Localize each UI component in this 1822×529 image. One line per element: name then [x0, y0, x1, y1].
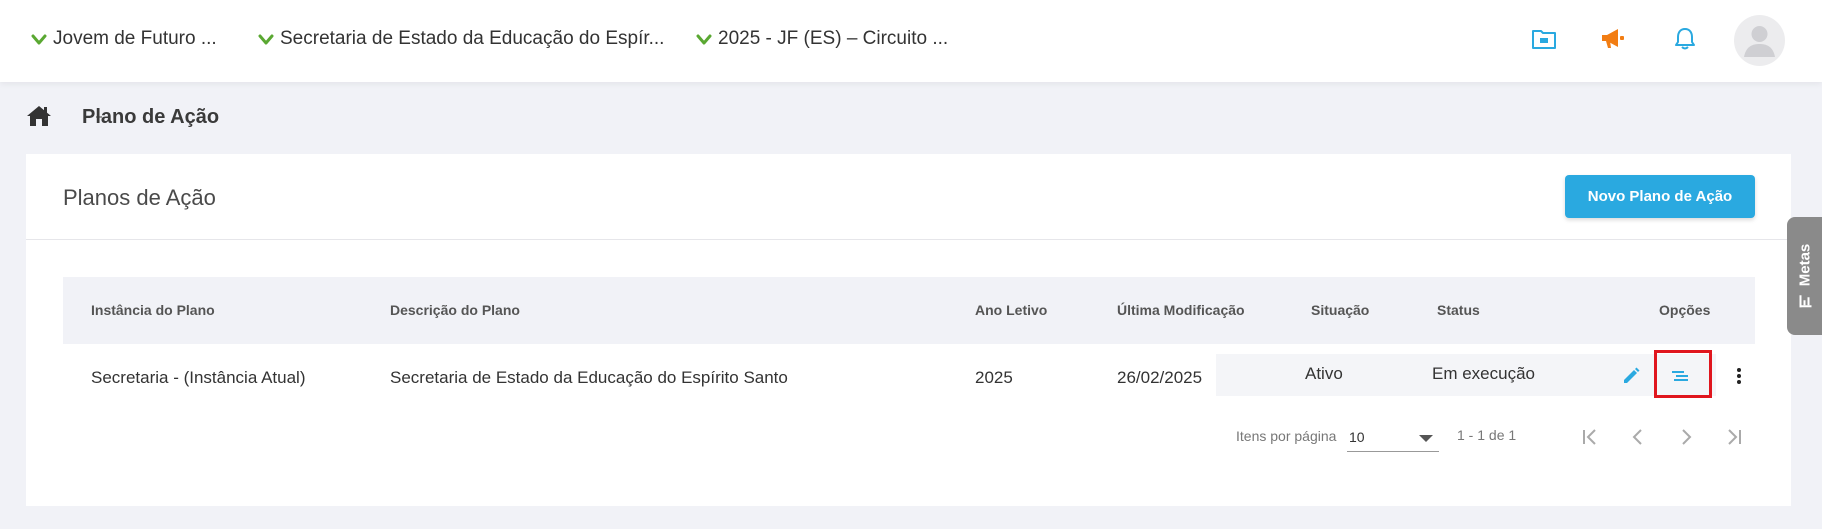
- more-vertical-icon[interactable]: [1725, 362, 1753, 390]
- home-icon[interactable]: [26, 104, 52, 128]
- bar-chart-icon: [1798, 295, 1811, 308]
- context-selector-cycle[interactable]: 2025 - JF (ES) – Circuito ...: [696, 28, 948, 50]
- card-title: Planos de Ação: [63, 185, 216, 210]
- caret-down-icon: [1419, 435, 1433, 442]
- next-page-icon[interactable]: [1671, 422, 1701, 452]
- chevron-down-icon: [696, 34, 712, 45]
- column-header-opcoes: Opções: [1659, 302, 1711, 318]
- breadcrumb: Plano de Ação: [26, 104, 219, 128]
- items-per-page-label: Itens por página: [1236, 428, 1337, 444]
- cell-descricao: Secretaria de Estado da Educação do Espí…: [390, 368, 788, 387]
- column-header-descricao: Descrição do Plano: [390, 302, 520, 318]
- cell-ano: 2025: [975, 368, 1013, 387]
- new-action-plan-button[interactable]: Novo Plano de Ação: [1565, 175, 1755, 218]
- pagination-range: 1 - 1 de 1: [1457, 427, 1517, 443]
- folder-icon[interactable]: [1529, 24, 1559, 54]
- chevron-down-icon: [258, 34, 274, 45]
- top-bar: Jovem de Futuro ... Secretaria de Estado…: [0, 0, 1822, 82]
- column-header-situacao: Situação: [1311, 302, 1370, 318]
- cell-status: Em execução: [1432, 364, 1535, 383]
- cell-instancia: Secretaria - (Instância Atual): [91, 368, 306, 387]
- table-header: Instância do Plano Descrição do Plano An…: [63, 277, 1755, 344]
- action-plans-card: Planos de Ação Novo Plano de Ação Instân…: [26, 154, 1791, 506]
- items-per-page-select[interactable]: 10: [1347, 424, 1439, 452]
- user-avatar-icon[interactable]: [1734, 15, 1785, 66]
- chevron-down-icon: [31, 34, 47, 45]
- context-selector-program[interactable]: Jovem de Futuro ...: [31, 28, 217, 50]
- context-selector-cycle-label: 2025 - JF (ES) – Circuito ...: [718, 28, 949, 49]
- megaphone-icon[interactable]: [1598, 24, 1628, 54]
- column-header-ano: Ano Letivo: [975, 302, 1048, 318]
- last-page-icon[interactable]: [1719, 422, 1749, 452]
- bell-icon[interactable]: [1670, 24, 1700, 54]
- metas-side-tab-content: Metas: [1796, 244, 1813, 309]
- metas-side-tab-label: Metas: [1796, 243, 1813, 287]
- page-title: Plano de Ação: [82, 106, 220, 128]
- items-per-page-value: 10: [1349, 429, 1365, 445]
- context-selector-secretaria[interactable]: Secretaria de Estado da Educação do Espí…: [258, 28, 664, 50]
- list-icon[interactable]: [1666, 362, 1694, 390]
- divider: [26, 239, 1791, 240]
- cell-modificacao: 26/02/2025: [1117, 368, 1203, 387]
- edit-icon[interactable]: [1617, 362, 1645, 390]
- metas-side-tab[interactable]: Metas: [1787, 217, 1822, 335]
- column-header-instancia: Instância do Plano: [91, 302, 215, 318]
- previous-page-icon[interactable]: [1623, 422, 1653, 452]
- context-selector-secretaria-label: Secretaria de Estado da Educação do Espí…: [280, 28, 665, 49]
- column-header-status: Status: [1437, 302, 1480, 318]
- context-selector-program-label: Jovem de Futuro ...: [53, 28, 217, 49]
- column-header-modificacao: Última Modificação: [1117, 302, 1245, 318]
- cell-situacao: Ativo: [1305, 364, 1343, 383]
- first-page-icon[interactable]: [1575, 422, 1605, 452]
